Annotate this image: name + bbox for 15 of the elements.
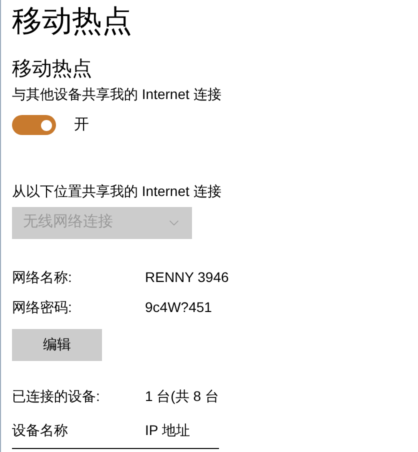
column-header: IP 地址 xyxy=(145,420,190,440)
connected-count: 1 台(共 8 台 xyxy=(145,386,219,406)
edit-button[interactable]: 编辑 xyxy=(12,328,102,360)
detail-value: RENNY 3946 xyxy=(145,268,229,286)
detail-value: 9c4W?451 xyxy=(145,298,212,316)
section-heading: 移动热点 xyxy=(12,57,93,82)
toggle-switch[interactable] xyxy=(12,115,56,136)
detail-label: 网络名称: xyxy=(12,268,73,286)
toggle-label: 开 xyxy=(74,115,89,135)
detail-label: 网络密码: xyxy=(12,298,73,316)
share-label: 从以下位置共享我的 Internet 连接 xyxy=(12,182,222,200)
description: 与其他设备共享我的 Internet 连接 xyxy=(12,85,222,104)
column-header: 设备名称 xyxy=(12,420,69,440)
page-title: 移动热点 xyxy=(12,4,133,40)
connected-label: 已连接的设备: xyxy=(12,386,101,406)
